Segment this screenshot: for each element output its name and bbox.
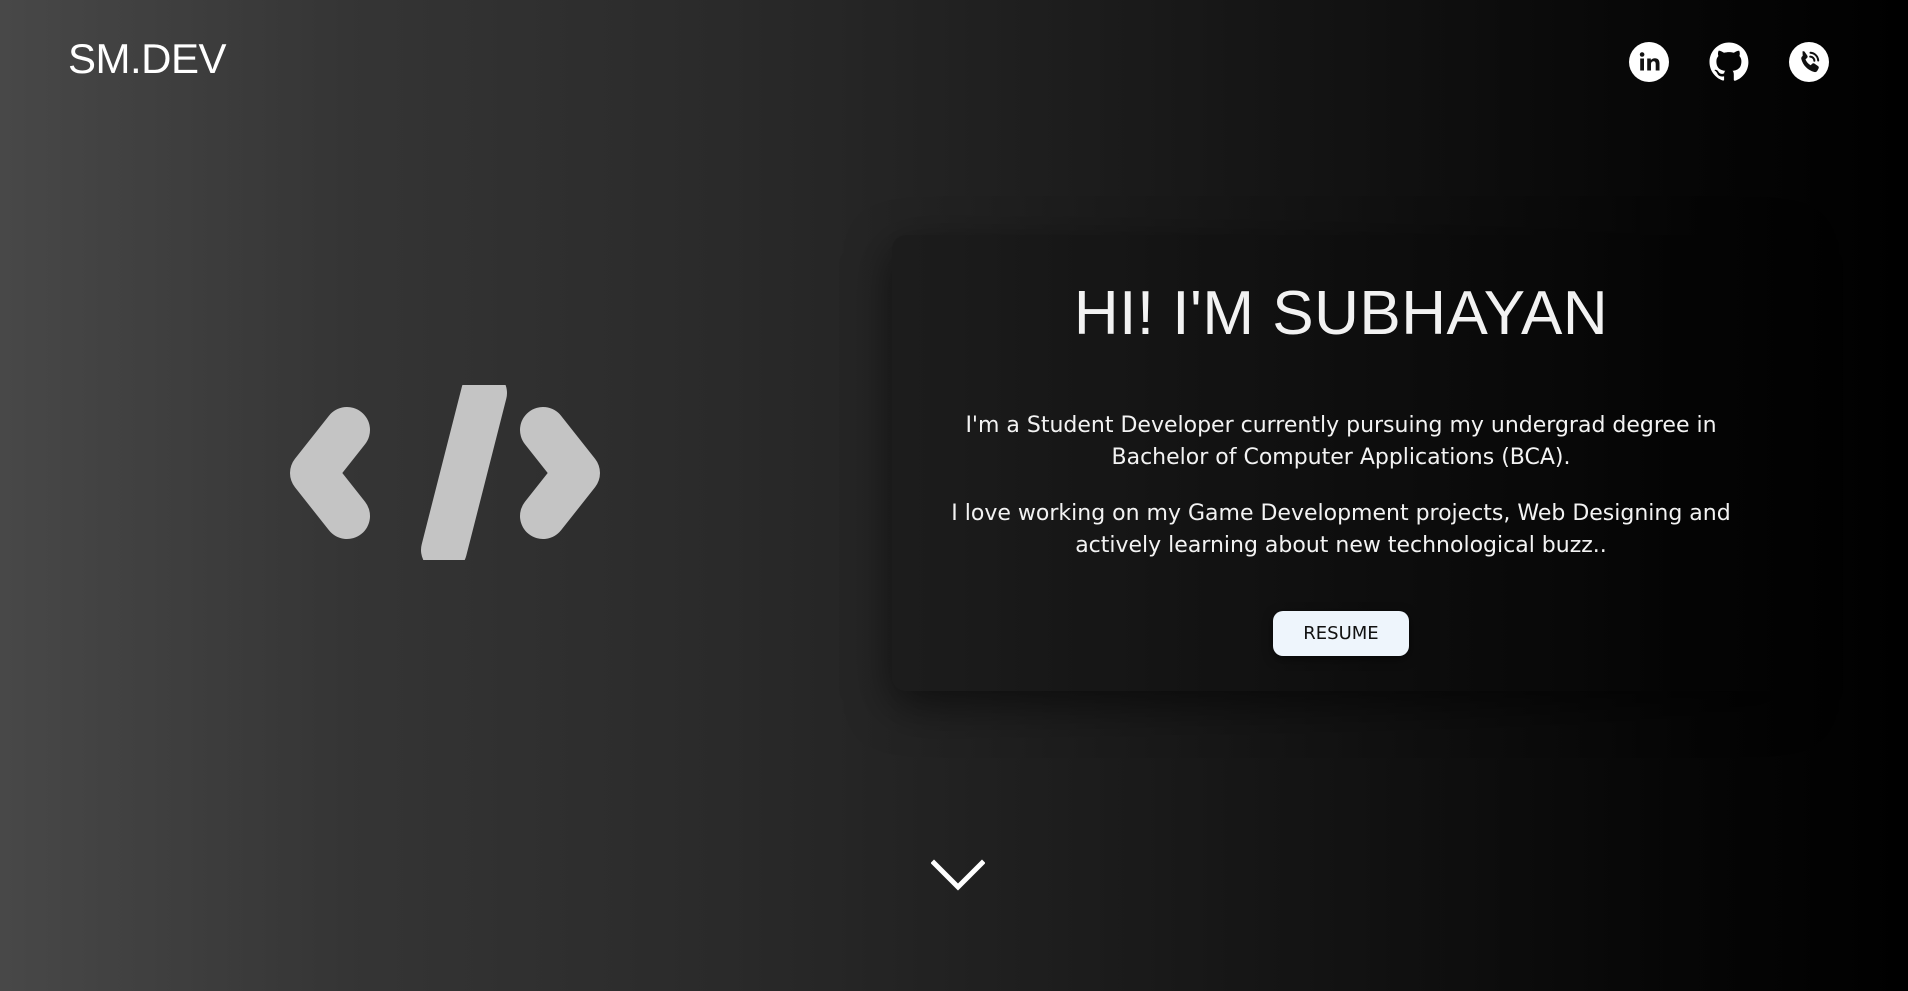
scroll-down-button[interactable] [931,857,985,893]
site-logo[interactable]: SM.DEV [68,38,227,80]
hero-title: HI! I'M SUBHAYAN [1073,279,1609,348]
linkedin-icon [1629,42,1669,82]
github-icon [1709,42,1749,81]
resume-button[interactable]: RESUME [1273,611,1409,656]
intro-paragraph-2: I love working on my Game Development pr… [951,501,1731,558]
github-link[interactable] [1709,42,1749,82]
code-icon [290,370,600,573]
chevron-down-icon [931,859,985,891]
social-links [1629,42,1829,82]
phone-icon [1789,42,1829,82]
phone-link[interactable] [1789,42,1829,82]
intro-paragraph-1: I'm a Student Developer currently pursui… [965,413,1717,470]
linkedin-link[interactable] [1629,42,1669,82]
intro-card: HI! I'M SUBHAYAN I'm a Student Developer… [892,235,1790,691]
